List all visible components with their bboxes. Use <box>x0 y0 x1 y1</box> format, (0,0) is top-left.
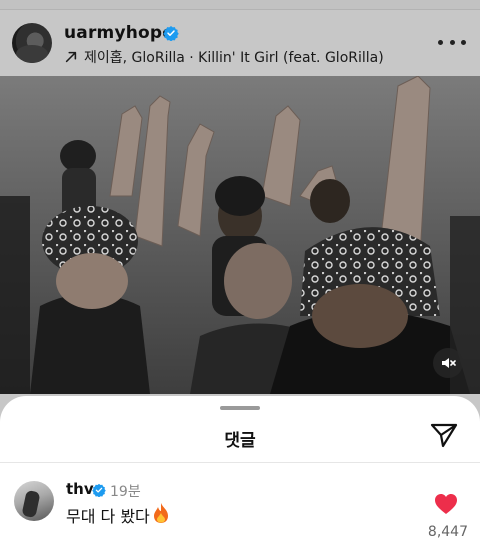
audio-attribution[interactable]: 제이홉, GloRilla · Killin' It Girl (feat. G… <box>64 47 384 67</box>
more-options-button[interactable] <box>438 32 466 52</box>
more-dot-icon <box>438 39 443 45</box>
verified-badge-icon <box>163 26 179 41</box>
verified-badge-icon <box>92 483 106 497</box>
post-username[interactable]: uarmyhope <box>64 23 174 43</box>
post-author-avatar[interactable] <box>12 23 52 63</box>
speaker-muted-icon <box>442 358 456 368</box>
mute-toggle-button[interactable] <box>433 348 463 378</box>
arrow-up-right-icon <box>65 51 77 63</box>
comment-username[interactable]: thv <box>66 480 94 498</box>
heart-icon[interactable] <box>434 493 458 515</box>
post-header: uarmyhope 제이홉, GloRilla · Killin' It Gir… <box>0 10 480 76</box>
status-strip <box>0 0 480 10</box>
like-count: 8,447 <box>427 524 468 540</box>
post-video[interactable] <box>0 76 480 394</box>
sheet-grabber[interactable] <box>220 406 260 410</box>
sheet-divider <box>0 462 480 463</box>
comment-text: 무대 다 봤다 <box>66 507 150 526</box>
dance-crowd-photo <box>0 76 480 394</box>
paper-plane-icon[interactable] <box>430 422 458 448</box>
more-dot-icon <box>449 39 455 45</box>
comment-avatar[interactable] <box>14 481 54 521</box>
fire-icon <box>154 503 168 523</box>
comment-timestamp: 19분 <box>110 484 141 500</box>
comments-sheet: 댓글 thv 19분 무대 다 봤다 8,447 <box>0 396 480 553</box>
more-dot-icon <box>461 39 466 45</box>
audio-track-label: 제이홉, GloRilla · Killin' It Girl (feat. G… <box>84 50 384 66</box>
sheet-title: 댓글 <box>224 431 256 451</box>
